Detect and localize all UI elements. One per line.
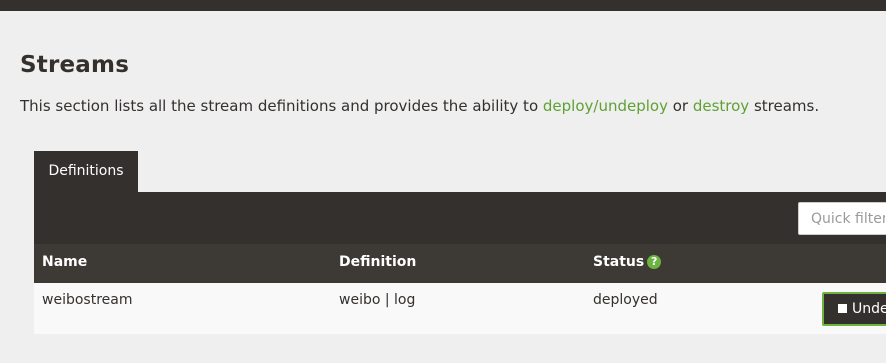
intro-text: streams. xyxy=(749,97,820,115)
page-title: Streams xyxy=(20,52,130,78)
stream-status-cell: deployed xyxy=(593,292,658,308)
column-header-definition[interactable]: Definition xyxy=(339,244,416,283)
stop-icon xyxy=(838,304,847,313)
undeploy-button[interactable]: Undeploy xyxy=(822,292,886,326)
column-header-status[interactable]: Status? xyxy=(593,244,662,283)
tab-definitions[interactable]: Definitions xyxy=(34,151,138,192)
destroy-link[interactable]: destroy xyxy=(693,97,749,115)
stream-name-cell: weibostream xyxy=(42,292,133,308)
column-header-status-label: Status xyxy=(593,254,645,270)
intro-text: or xyxy=(667,97,693,115)
stream-definition-cell: weibo | log xyxy=(339,292,416,308)
table-toolbar xyxy=(34,192,886,244)
question-circle-icon[interactable]: ? xyxy=(647,255,662,269)
column-header-name[interactable]: Name xyxy=(42,244,87,283)
table-row: weibostream weibo | log deployed xyxy=(34,283,886,334)
page-intro: This section lists all the stream defini… xyxy=(20,97,819,115)
deploy-undeploy-link[interactable]: deploy/undeploy xyxy=(543,97,668,115)
table-header: Name Definition Status? xyxy=(34,244,886,283)
top-nav-bar xyxy=(0,0,886,11)
quick-filter-input[interactable] xyxy=(798,202,886,235)
intro-text: This section lists all the stream defini… xyxy=(20,97,543,115)
undeploy-button-label: Undeploy xyxy=(852,301,886,317)
